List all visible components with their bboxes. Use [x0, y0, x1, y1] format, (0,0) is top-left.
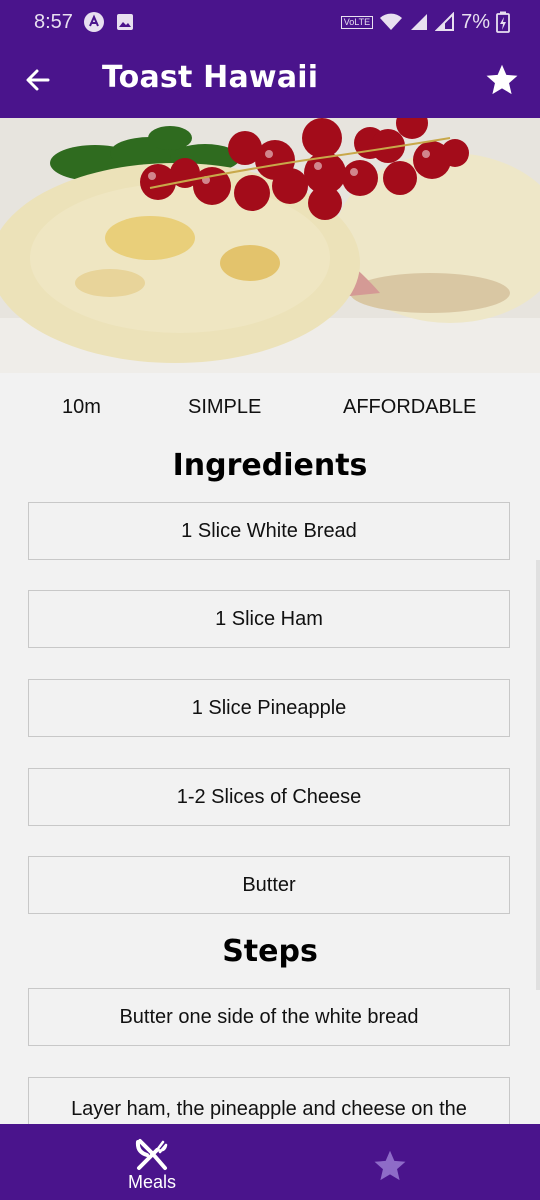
- volte-badge: VoLTE: [340, 15, 374, 29]
- ingredient-item: Butter: [28, 856, 510, 914]
- battery-charging-icon: [496, 11, 510, 33]
- ingredients-title: Ingredients: [172, 448, 368, 483]
- tab-favorites[interactable]: [340, 1124, 440, 1200]
- arrow-back-icon: [26, 69, 50, 91]
- back-button[interactable]: [22, 64, 54, 96]
- battery-percent: 7%: [461, 10, 490, 33]
- tab-meals-label: Meals: [127, 1172, 176, 1192]
- status-bar: 8:57 VoLTE 7%: [0, 0, 540, 44]
- step-item: Butter one side of the white bread: [28, 988, 510, 1046]
- utensils-icon: [135, 1139, 168, 1170]
- signal-icon: [435, 12, 455, 32]
- meal-image: [0, 118, 540, 373]
- meal-duration: 10m: [62, 396, 101, 418]
- ingredient-item: 1-2 Slices of Cheese: [28, 768, 510, 826]
- scrollbar[interactable]: [536, 560, 540, 990]
- bottom-navigation: Meals: [0, 1124, 540, 1200]
- page-title: Toast Hawaii: [102, 60, 319, 95]
- status-time: 8:57: [34, 10, 73, 33]
- star-icon: [374, 1150, 406, 1181]
- ingredient-item: 1 Slice White Bread: [28, 502, 510, 560]
- app-a-icon: [83, 11, 105, 33]
- image-icon: [115, 12, 135, 32]
- meal-meta-row: 10m SIMPLE AFFORDABLE: [0, 396, 540, 426]
- app-bar: Toast Hawaii: [0, 44, 540, 118]
- signal-icon: [409, 12, 429, 32]
- ingredient-item: 1 Slice Pineapple: [28, 679, 510, 737]
- favorite-button[interactable]: [484, 62, 520, 98]
- steps-title: Steps: [222, 934, 318, 969]
- ingredient-item: 1 Slice Ham: [28, 590, 510, 648]
- meal-affordability: AFFORDABLE: [343, 396, 477, 418]
- meal-complexity: SIMPLE: [188, 396, 262, 418]
- star-icon: [486, 64, 518, 95]
- tab-meals[interactable]: Meals: [102, 1124, 202, 1200]
- wifi-icon: [379, 12, 403, 32]
